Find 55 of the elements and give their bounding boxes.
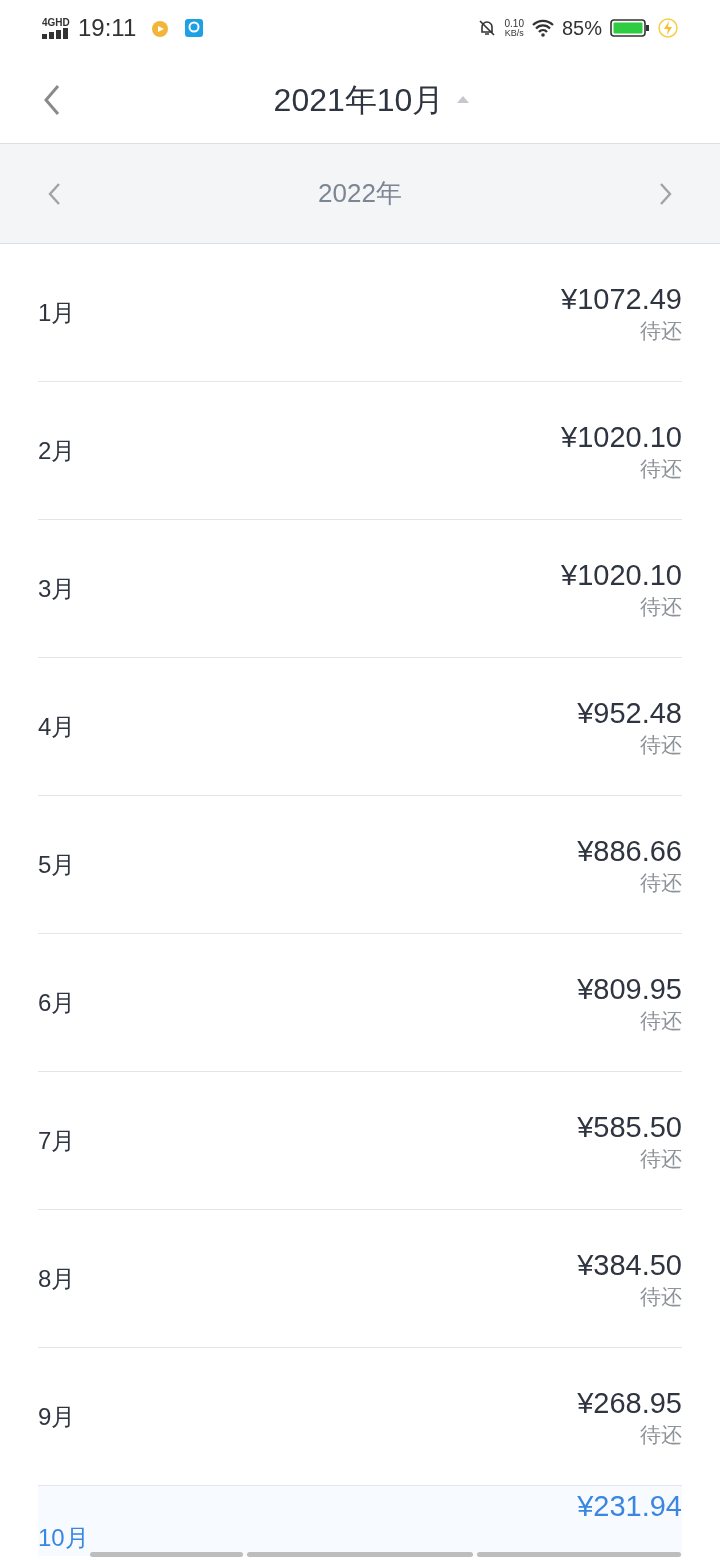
month-row[interactable]: 5月 ¥886.66 待还 — [38, 796, 682, 934]
amount: ¥1020.10 — [561, 420, 682, 456]
month-label: 1月 — [38, 297, 76, 328]
clock: 19:11 — [78, 13, 137, 43]
amount: ¥1072.49 — [561, 282, 682, 318]
month-picker[interactable]: 2021年10月 — [249, 75, 471, 124]
amount: ¥952.48 — [577, 696, 682, 732]
status-label: 待还 — [640, 1421, 682, 1448]
chevron-left-icon — [47, 181, 61, 206]
month-row[interactable]: 2月 ¥1020.10 待还 — [38, 382, 682, 520]
amount: ¥886.66 — [577, 834, 682, 870]
amount: ¥809.95 — [577, 972, 682, 1008]
status-label: 待还 — [640, 593, 682, 620]
signal-icon — [42, 27, 70, 39]
wifi-icon — [531, 19, 554, 37]
month-label: 8月 — [38, 1263, 76, 1294]
status-label: 待还 — [640, 455, 682, 482]
month-row[interactable]: 7月 ¥585.50 待还 — [38, 1072, 682, 1210]
month-row[interactable]: 6月 ¥809.95 待还 — [38, 934, 682, 1072]
network-label: 4GHD — [42, 17, 70, 28]
year-label: 2022年 — [318, 177, 402, 210]
status-label: 待还 — [640, 1007, 682, 1034]
amount: ¥585.50 — [577, 1110, 682, 1146]
back-icon — [43, 84, 61, 116]
month-row[interactable]: 4月 ¥952.48 待还 — [38, 658, 682, 796]
app-icon — [150, 18, 171, 38]
chevron-right-icon — [659, 181, 673, 206]
month-row[interactable]: 3月 ¥1020.10 待还 — [38, 520, 682, 658]
month-label: 10月 — [38, 1523, 89, 1553]
month-label: 4月 — [38, 711, 76, 742]
month-row[interactable]: 1月 ¥1072.49 待还 — [38, 244, 682, 382]
month-label: 2月 — [38, 435, 76, 466]
status-label: 待还 — [640, 731, 682, 758]
amount: ¥231.94 — [577, 1489, 682, 1524]
speed-value: 0.10 — [504, 18, 524, 29]
status-label: 待还 — [640, 317, 682, 344]
month-label: 3月 — [38, 573, 76, 604]
month-row[interactable]: 10月 ¥231.94 — [38, 1486, 682, 1556]
status-label: 待还 — [640, 1283, 682, 1310]
month-label: 7月 — [38, 1125, 76, 1156]
month-label: 9月 — [38, 1401, 76, 1432]
amount: ¥268.95 — [577, 1386, 682, 1422]
app-icon — [184, 18, 205, 38]
status-label: 待还 — [640, 1145, 682, 1172]
month-label: 6月 — [38, 987, 76, 1018]
battery-percent: 85% — [561, 16, 602, 41]
speed-unit: KB/s — [504, 28, 524, 38]
month-row[interactable]: 8月 ¥384.50 待还 — [38, 1210, 682, 1348]
month-label: 5月 — [38, 849, 76, 880]
battery-icon — [610, 18, 650, 38]
bell-muted-icon — [476, 18, 497, 38]
amount: ¥1020.10 — [561, 558, 682, 594]
status-label: 待还 — [640, 869, 682, 896]
amount: ¥384.50 — [577, 1248, 682, 1284]
charging-icon — [658, 18, 678, 38]
